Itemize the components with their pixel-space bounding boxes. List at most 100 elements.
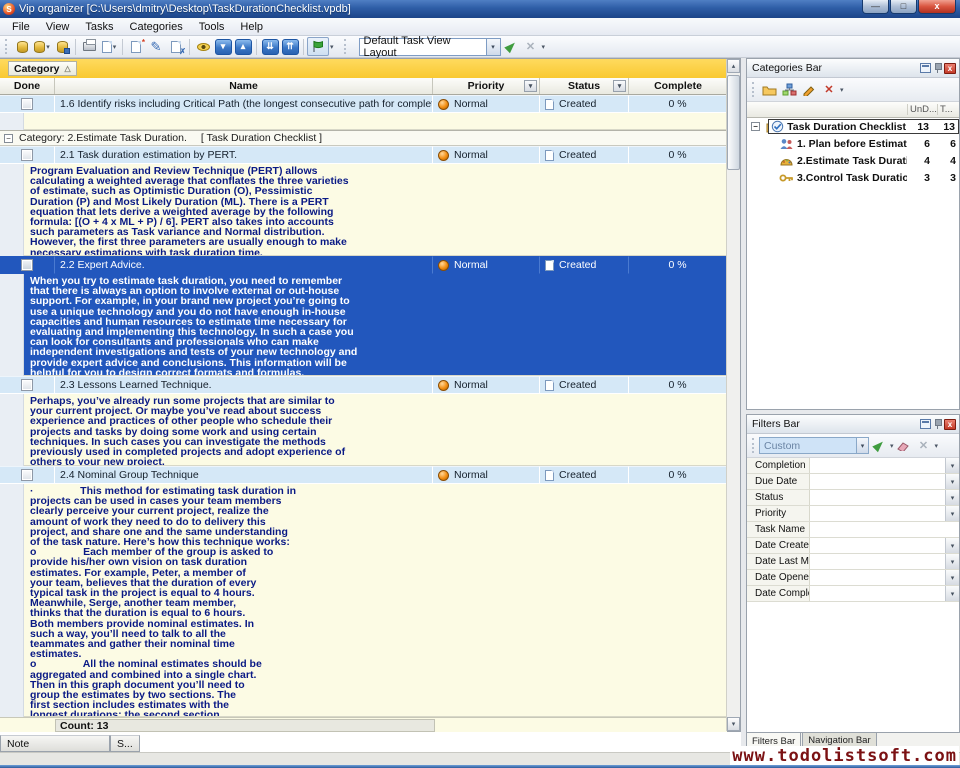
minimize-button[interactable]: —	[862, 0, 889, 14]
col-total[interactable]: T...	[937, 104, 959, 115]
scrollbar-thumb[interactable]	[727, 75, 740, 170]
status-created-icon	[545, 260, 554, 271]
table-row-2-4[interactable]: 2.4 Nominal Group Technique Normal Creat…	[0, 466, 727, 484]
filters-bar-title: Filters Bar	[752, 418, 800, 430]
menu-categories[interactable]: Categories	[122, 19, 191, 35]
menu-help[interactable]: Help	[232, 19, 271, 35]
open-database-icon[interactable]: ▾	[32, 37, 52, 56]
table-row-1-6[interactable]: 1.6 Identify risks including Critical Pa…	[0, 95, 727, 113]
categories-bar-panel: Categories Bar x ✕ ▾	[746, 58, 960, 410]
edit-task-icon[interactable]: ✎	[146, 37, 166, 56]
print-icon[interactable]	[79, 37, 99, 56]
filter-value[interactable]	[810, 522, 959, 537]
menu-file[interactable]: File	[4, 19, 38, 35]
done-checkbox[interactable]	[21, 469, 33, 481]
new-category-icon[interactable]	[759, 81, 779, 99]
filter-row-date-modified: Date Last Modified▾	[747, 554, 959, 570]
apply-filter-icon[interactable]	[869, 437, 889, 455]
header-complete[interactable]: Complete	[629, 78, 727, 94]
filter-dropdown-button[interactable]: ▾	[945, 570, 959, 585]
move-down-icon[interactable]: ▾	[213, 37, 233, 56]
view-notes-icon[interactable]	[193, 37, 213, 56]
panel-restore-icon[interactable]	[920, 419, 931, 429]
tree-item-plan[interactable]: 1. Plan before Estimating. 6 6	[747, 135, 959, 152]
header-name[interactable]: Name	[55, 78, 433, 94]
table-row-2-2-selected[interactable]: 2.2 Expert Advice. Normal Created 0 %	[0, 256, 727, 274]
delete-task-icon[interactable]: ✗	[166, 37, 186, 56]
header-done[interactable]: Done	[0, 78, 55, 94]
new-subcategory-icon[interactable]	[779, 81, 799, 99]
done-checkbox[interactable]	[21, 98, 33, 110]
filter-value[interactable]	[810, 474, 945, 489]
tree-item-estimate[interactable]: 2.Estimate Task Duration. 4 4	[747, 152, 959, 169]
new-database-icon[interactable]	[12, 37, 32, 56]
delete-layout-icon[interactable]: ✕	[521, 37, 541, 56]
panel-pin-icon[interactable]	[934, 63, 941, 73]
app-logo-icon: S	[3, 3, 15, 15]
filter-value[interactable]	[810, 490, 945, 505]
status-filter-button[interactable]: ▾	[613, 80, 626, 92]
panel-pin-icon[interactable]	[934, 419, 941, 429]
panel-close-icon[interactable]: x	[944, 419, 956, 430]
done-checkbox[interactable]	[21, 149, 33, 161]
col-undone[interactable]: UnD...	[907, 104, 937, 115]
priority-filter-button[interactable]: ▾	[524, 80, 537, 92]
layout-combobox-arrow[interactable]: ▾	[487, 38, 501, 56]
collapse-expander-icon[interactable]: −	[4, 134, 13, 143]
filter-dropdown-button[interactable]: ▾	[945, 586, 959, 601]
filter-value[interactable]	[810, 586, 945, 601]
group-by-category-chip[interactable]: Category △	[8, 61, 77, 76]
toolbar-grip	[344, 39, 347, 54]
header-priority[interactable]: Priority▾	[433, 78, 540, 94]
people-icon	[779, 138, 794, 150]
tab-summary[interactable]: S...	[110, 735, 140, 752]
panel-restore-icon[interactable]	[920, 63, 931, 73]
tab-note[interactable]: Note	[0, 735, 110, 752]
remove-filter-icon[interactable]: ✕	[914, 437, 934, 455]
tree-item-control[interactable]: 3.Control Task Duration. 3 3	[747, 169, 959, 186]
menu-view[interactable]: View	[38, 19, 78, 35]
maximize-button[interactable]: □	[890, 0, 917, 14]
done-checkbox[interactable]	[21, 259, 33, 271]
filter-dropdown-button[interactable]: ▾	[945, 506, 959, 521]
grid-scrollbar[interactable]: ▴ ▾	[726, 59, 740, 731]
move-bottom-icon[interactable]: ⇊	[260, 37, 280, 56]
scroll-down-button[interactable]: ▾	[727, 717, 740, 731]
apply-layout-icon[interactable]	[501, 37, 521, 56]
close-button[interactable]: x	[918, 0, 956, 14]
flag-filter-icon[interactable]	[307, 37, 329, 56]
filter-dropdown-button[interactable]: ▾	[945, 538, 959, 553]
filter-row-completion: Completion▾	[747, 458, 959, 474]
filter-dropdown-button[interactable]: ▾	[945, 458, 959, 473]
print-preview-icon[interactable]: ▾	[99, 37, 119, 56]
filter-value[interactable]	[810, 554, 945, 569]
filter-dropdown-button[interactable]: ▾	[945, 490, 959, 505]
new-task-icon[interactable]: *	[126, 37, 146, 56]
move-top-icon[interactable]: ⇈	[280, 37, 300, 56]
done-checkbox[interactable]	[21, 379, 33, 391]
filter-preset-combobox[interactable]: Custom	[759, 437, 857, 454]
filter-value[interactable]	[810, 458, 945, 473]
filter-value[interactable]	[810, 506, 945, 521]
save-database-icon[interactable]	[52, 37, 72, 56]
filter-dropdown-button[interactable]: ▾	[945, 474, 959, 489]
table-row-2-1[interactable]: 2.1 Task duration estimation by PERT. No…	[0, 146, 727, 164]
scroll-up-button[interactable]: ▴	[727, 59, 740, 73]
move-up-icon[interactable]: ▴	[233, 37, 253, 56]
menu-tasks[interactable]: Tasks	[77, 19, 121, 35]
filter-value[interactable]	[810, 538, 945, 553]
filter-dropdown-button[interactable]: ▾	[945, 554, 959, 569]
filter-preset-arrow[interactable]: ▾	[857, 437, 869, 454]
tree-expander-icon[interactable]: −	[751, 122, 760, 131]
filter-value[interactable]	[810, 570, 945, 585]
header-status[interactable]: Status▾	[540, 78, 629, 94]
edit-category-icon[interactable]	[799, 81, 819, 99]
delete-category-icon[interactable]: ✕	[819, 81, 839, 99]
table-row-2-3[interactable]: 2.3 Lessons Learned Technique. Normal Cr…	[0, 376, 727, 394]
panel-close-icon[interactable]: x	[944, 63, 956, 74]
category-group-row[interactable]: − Category: 2.Estimate Task Duration. [ …	[0, 130, 727, 146]
tree-item-checklist[interactable]: − Task Duration Checklist 13 13	[747, 118, 959, 135]
clear-filter-icon[interactable]	[894, 437, 914, 455]
menu-tools[interactable]: Tools	[191, 19, 233, 35]
layout-combobox[interactable]: Default Task View Layout	[359, 38, 487, 56]
